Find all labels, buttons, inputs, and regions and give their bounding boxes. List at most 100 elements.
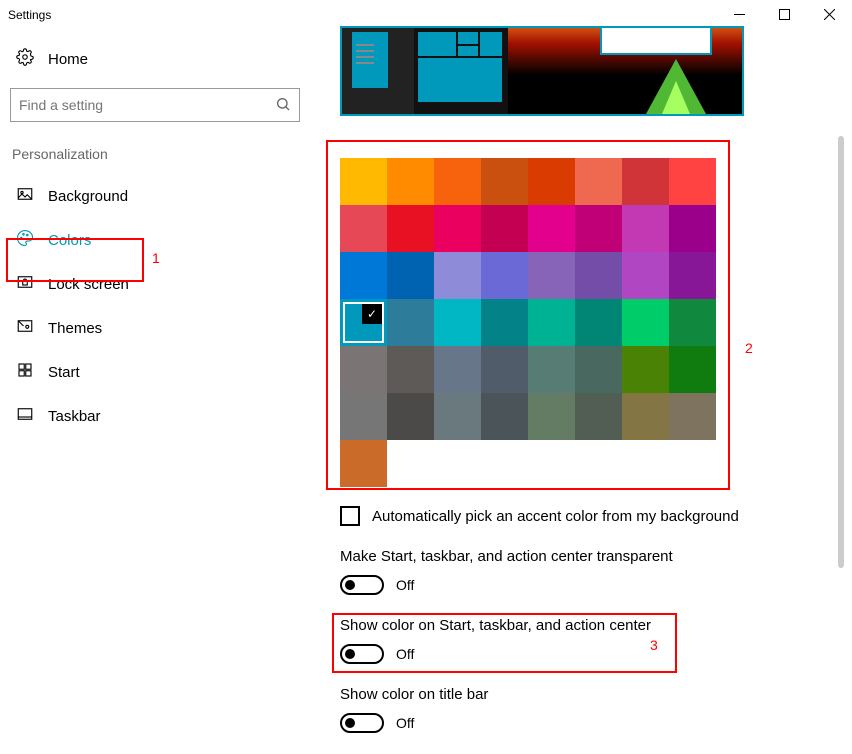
gear-icon	[16, 48, 34, 70]
annotation-number-3: 3	[650, 637, 658, 653]
color-swatch[interactable]	[340, 205, 387, 252]
color-swatch[interactable]	[434, 205, 481, 252]
color-swatch[interactable]	[387, 158, 434, 205]
sidebar-item-label: Themes	[48, 320, 102, 337]
checkbox-icon[interactable]	[340, 506, 360, 526]
close-button[interactable]	[807, 0, 852, 28]
preview-tiles	[414, 28, 508, 114]
color-swatch[interactable]	[340, 393, 387, 440]
color-swatch[interactable]	[669, 346, 716, 393]
color-swatch[interactable]	[622, 158, 669, 205]
home-button[interactable]: Home	[10, 36, 305, 82]
sidebar-item-start[interactable]: Start	[10, 350, 305, 394]
color-swatch[interactable]	[481, 252, 528, 299]
color-swatch[interactable]	[340, 252, 387, 299]
color-swatch[interactable]	[575, 299, 622, 346]
color-swatch[interactable]	[481, 299, 528, 346]
color-swatch[interactable]	[669, 205, 716, 252]
color-swatch[interactable]	[622, 252, 669, 299]
option-label: Show color on title bar	[340, 686, 750, 703]
section-title: Personalization	[10, 146, 305, 162]
color-swatch[interactable]	[434, 299, 481, 346]
color-swatch[interactable]	[575, 346, 622, 393]
color-swatch[interactable]	[528, 299, 575, 346]
color-swatch[interactable]	[622, 346, 669, 393]
scrollbar[interactable]	[838, 136, 844, 568]
color-swatch[interactable]	[622, 393, 669, 440]
color-swatch[interactable]	[669, 299, 716, 346]
option-label: Make Start, taskbar, and action center t…	[340, 548, 750, 565]
main-content: ✓ Automatically pick an accent color fro…	[340, 26, 750, 733]
toggle-transparent[interactable]	[340, 575, 384, 595]
toggle-state: Off	[396, 646, 414, 662]
color-swatch[interactable]	[434, 346, 481, 393]
sidebar-item-lockscreen[interactable]: Lock screen	[10, 262, 305, 306]
option-transparent: Make Start, taskbar, and action center t…	[340, 548, 750, 595]
preview-window	[600, 26, 712, 55]
sidebar-item-background[interactable]: Background	[10, 174, 305, 218]
color-swatch[interactable]	[340, 158, 387, 205]
color-swatch[interactable]	[387, 299, 434, 346]
color-swatch[interactable]	[528, 158, 575, 205]
option-show-color-start: Show color on Start, taskbar, and action…	[340, 617, 750, 664]
preview-startmenu	[342, 28, 414, 114]
color-swatch[interactable]	[434, 393, 481, 440]
color-swatch[interactable]	[481, 393, 528, 440]
toggle-state: Off	[396, 577, 414, 593]
color-swatch[interactable]	[387, 393, 434, 440]
toggle-show-color-start[interactable]	[340, 644, 384, 664]
home-label: Home	[48, 51, 88, 68]
color-swatch[interactable]	[340, 440, 387, 487]
color-swatch[interactable]	[669, 252, 716, 299]
color-swatch[interactable]	[669, 393, 716, 440]
color-swatch[interactable]	[434, 158, 481, 205]
minimize-button[interactable]	[717, 0, 762, 28]
sidebar-item-label: Background	[48, 188, 128, 205]
option-show-color-titlebar: Show color on title bar Off	[340, 686, 750, 733]
sidebar: Home Personalization Background Colors L…	[10, 36, 305, 438]
color-swatch[interactable]	[481, 205, 528, 252]
color-swatch[interactable]	[528, 205, 575, 252]
color-swatch[interactable]	[575, 252, 622, 299]
option-label: Show color on Start, taskbar, and action…	[340, 617, 750, 634]
toggle-show-color-titlebar[interactable]	[340, 713, 384, 733]
color-swatch[interactable]	[387, 252, 434, 299]
sidebar-item-taskbar[interactable]: Taskbar	[10, 394, 305, 438]
lock-screen-icon	[16, 273, 34, 295]
annotation-number-1: 1	[152, 250, 160, 266]
color-preview	[340, 26, 744, 116]
color-swatch[interactable]	[387, 346, 434, 393]
color-swatch[interactable]	[528, 346, 575, 393]
palette-icon	[16, 229, 34, 251]
accent-color-palette: ✓	[340, 158, 720, 487]
color-swatch[interactable]	[622, 299, 669, 346]
color-swatch[interactable]	[622, 205, 669, 252]
start-icon	[16, 361, 34, 383]
color-swatch[interactable]	[340, 346, 387, 393]
color-swatch[interactable]	[387, 205, 434, 252]
color-swatch[interactable]	[434, 252, 481, 299]
sidebar-item-label: Lock screen	[48, 276, 129, 293]
annotation-number-2: 2	[745, 340, 753, 356]
color-swatch[interactable]	[481, 158, 528, 205]
taskbar-icon	[16, 405, 34, 427]
color-swatch[interactable]	[575, 393, 622, 440]
color-swatch[interactable]	[575, 158, 622, 205]
picture-icon	[16, 185, 34, 207]
color-swatch[interactable]: ✓	[340, 299, 387, 346]
color-swatch[interactable]	[481, 346, 528, 393]
sidebar-item-label: Taskbar	[48, 408, 101, 425]
auto-accent-checkbox-row[interactable]: Automatically pick an accent color from …	[340, 506, 750, 526]
search-input[interactable]	[19, 97, 275, 113]
color-swatch[interactable]	[575, 205, 622, 252]
checkbox-label: Automatically pick an accent color from …	[372, 508, 739, 525]
maximize-button[interactable]	[762, 0, 807, 28]
search-box[interactable]	[10, 88, 300, 122]
themes-icon	[16, 317, 34, 339]
window-controls	[717, 0, 852, 28]
color-swatch[interactable]	[528, 393, 575, 440]
color-swatch[interactable]	[528, 252, 575, 299]
color-swatch[interactable]	[669, 158, 716, 205]
sidebar-item-themes[interactable]: Themes	[10, 306, 305, 350]
sidebar-item-label: Start	[48, 364, 80, 381]
